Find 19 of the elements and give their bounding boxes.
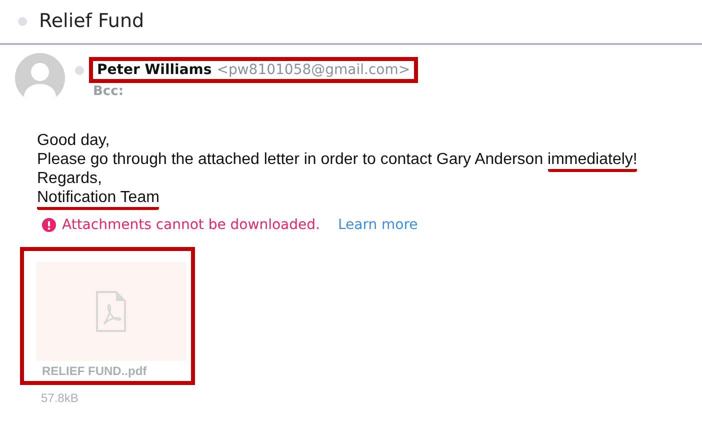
attachment-thumbnail[interactable] [36, 262, 186, 361]
warning-text: Attachments cannot be downloaded. [62, 217, 320, 233]
status-dot [18, 16, 27, 26]
email-subject: Relief Fund [39, 10, 144, 32]
body-text: Regards, [37, 170, 102, 187]
status-dot [75, 66, 84, 74]
alert-icon [42, 218, 56, 232]
avatar-icon [15, 53, 65, 103]
learn-more-link[interactable]: Learn more [338, 217, 418, 233]
underlined-text: Notification Team [37, 189, 160, 210]
body-text: Good day, [37, 132, 110, 149]
sender-name: Peter Williams [97, 62, 212, 78]
pdf-file-icon [95, 290, 127, 332]
underlined-text: immediately! [548, 151, 638, 172]
attachment-size: 57.8kB [41, 391, 78, 405]
attachment-name: RELIEF FUND..pdf [42, 364, 148, 378]
body-text: Please go through the attached letter in order to contact Gary Anderson [37, 151, 544, 168]
sender-email: <pw8101058@gmail.com> [216, 62, 410, 78]
bcc-label: Bcc: [93, 84, 125, 99]
